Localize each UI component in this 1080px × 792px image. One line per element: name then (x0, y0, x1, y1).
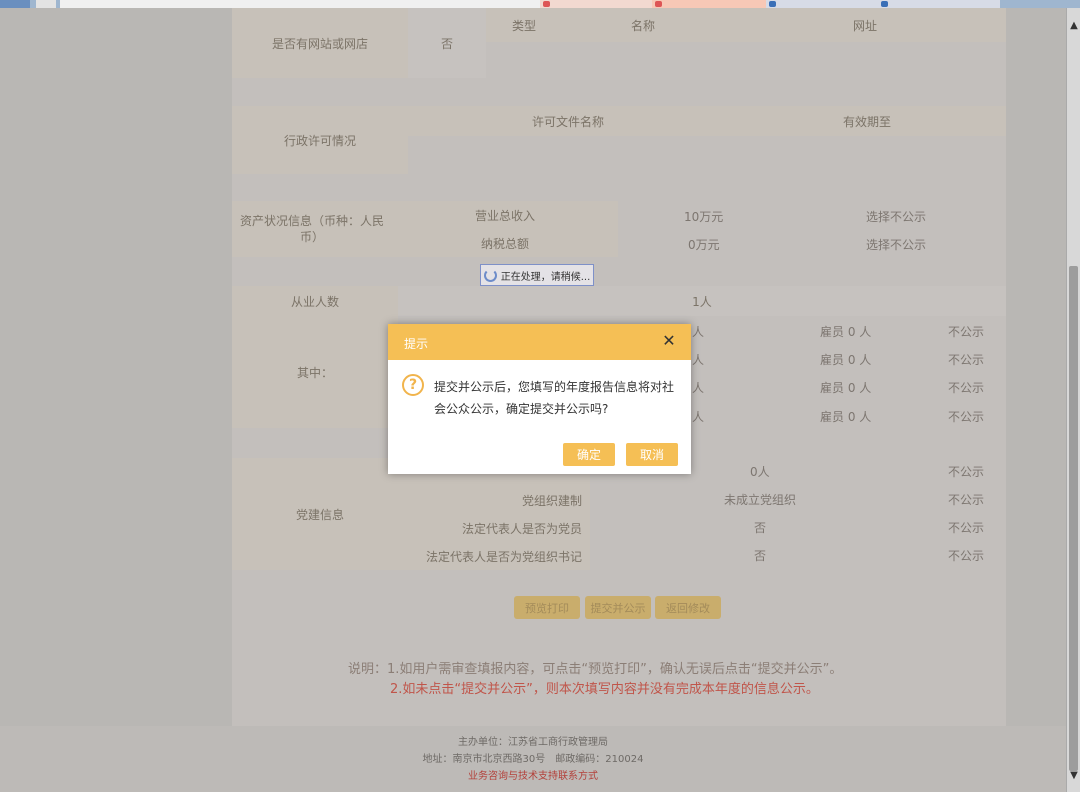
back-edit-button[interactable]: 返回修改 (655, 596, 721, 619)
browser-tab[interactable] (540, 0, 662, 8)
website-header-type: 类型 (486, 8, 562, 42)
employees-label-text: 从业人数 (290, 294, 339, 309)
party-row-value: 否 (754, 521, 767, 535)
assets-row-value: 0万元 (688, 238, 720, 252)
spinner-icon (483, 268, 497, 282)
header-text: 网址 (852, 18, 877, 33)
header-text: 有效期至 (842, 114, 891, 129)
footer-address: 地址：南京市北京西路30号 邮政编码：210024 (422, 754, 644, 765)
employees-row-employed: 雇员 0 人 (820, 381, 872, 395)
employees-value: 1人 (398, 286, 1006, 316)
header-text: 类型 (511, 18, 536, 33)
employees-sub-label-text: 其中： (296, 365, 333, 380)
close-icon[interactable]: ✕ (660, 332, 678, 350)
submit-publish-button[interactable]: 提交并公示 (585, 596, 651, 619)
browser-tab-strip (0, 0, 1080, 8)
employees-value-text: 1人 (692, 294, 712, 309)
preview-print-button[interactable]: 预览打印 (514, 596, 580, 619)
confirm-button[interactable]: 确定 (563, 443, 615, 466)
party-row-value: 未成立党组织 (724, 493, 797, 507)
employees-row-employed: 雇员 0 人 (820, 325, 872, 339)
employees-row-status: 不公示 (948, 381, 985, 395)
processing-indicator: 正在处理，请稍候... (480, 264, 594, 286)
party-row-value: 0人 (750, 465, 770, 479)
footer-sponsor: 主办单位：江苏省工商行政管理局 (458, 737, 608, 748)
question-icon: ? (402, 374, 424, 396)
note-line-2: 2.如未点击“提交并公示”，则本次填写内容并没有完成本年度的信息公示。 (390, 682, 819, 697)
website-label-text: 是否有网站或网店 (271, 36, 368, 51)
employees-row-status: 不公示 (948, 353, 985, 367)
confirm-dialog: 提示 ✕ ? 提交并公示后，您填写的年度报告信息将对社会公众公示，确定提交并公示… (388, 324, 691, 474)
party-label-text: 党建信息 (295, 507, 344, 522)
employees-row-status: 不公示 (948, 325, 985, 339)
party-row-name: 法定代表人是否为党组织书记 (408, 542, 590, 570)
assets-label: 资产状况信息（币种：人民币） (232, 201, 392, 257)
website-value: 否 (408, 8, 486, 78)
employees-label: 从业人数 (232, 286, 398, 316)
dialog-title: 提示 (404, 337, 429, 351)
footer-support-link[interactable]: 业务咨询与技术支持联系方式 (0, 768, 1066, 785)
scroll-up-icon[interactable]: ▲ (1067, 20, 1080, 31)
header-text: 许可文件名称 (531, 114, 604, 129)
vertical-scrollbar[interactable]: ▲ ▼ (1066, 8, 1080, 792)
party-row-name: 党组织建制 (408, 486, 590, 514)
assets-row-name: 纳税总额 (392, 229, 618, 257)
party-row-name: 法定代表人是否为党员 (408, 514, 590, 542)
employees-row-left: 人 (692, 325, 705, 339)
browser-back-button[interactable] (0, 0, 30, 8)
party-name-text: 党组织建制 (521, 493, 582, 508)
browser-tab[interactable] (36, 0, 56, 8)
website-header-url: 网址 (724, 8, 1006, 42)
employees-row-employed: 雇员 0 人 (820, 410, 872, 424)
site-footer: 主办单位：江苏省工商行政管理局 地址：南京市北京西路30号 邮政编码：21002… (0, 726, 1066, 792)
website-value-text: 否 (440, 36, 453, 51)
assets-row-name: 营业总收入 (392, 201, 618, 229)
note-line-1: 说明：1.如用户需审查填报内容，可点击“预览打印”，确认无误后点击“提交并公示”… (348, 662, 843, 677)
party-row-status: 不公示 (948, 549, 985, 563)
employees-row-employed: 雇员 0 人 (820, 353, 872, 367)
dialog-header: 提示 ✕ (388, 324, 691, 360)
assets-row-status: 选择不公示 (866, 210, 927, 224)
scroll-down-icon[interactable]: ▼ (1067, 770, 1080, 781)
processing-text: 正在处理，请稍候... (500, 271, 591, 283)
employees-row-status: 不公示 (948, 410, 985, 424)
employees-row-left: 人 (692, 353, 705, 367)
party-row-status: 不公示 (948, 493, 985, 507)
license-label: 行政许可情况 (232, 106, 408, 174)
license-header-file: 许可文件名称 (408, 106, 728, 136)
employees-sub-label: 其中： (232, 316, 398, 428)
party-row-value: 否 (754, 549, 767, 563)
browser-tab[interactable] (878, 0, 1000, 8)
assets-row-status: 选择不公示 (866, 238, 927, 252)
license-header-valid: 有效期至 (728, 106, 1006, 136)
dialog-message: 提交并公示后，您填写的年度报告信息将对社会公众公示，确定提交并公示吗? (434, 380, 675, 416)
party-name-text: 法定代表人是否为党组织书记 (425, 549, 582, 564)
assets-name-text: 营业总收入 (474, 208, 535, 223)
scrollbar-thumb[interactable] (1069, 266, 1078, 771)
party-label: 党建信息 (232, 458, 408, 570)
browser-tab[interactable] (766, 0, 888, 8)
employees-row-left: 人 (692, 381, 705, 395)
browser-tab-active[interactable] (652, 0, 776, 8)
header-text: 名称 (630, 18, 655, 33)
employees-row-left: 人 (692, 410, 705, 424)
cancel-button[interactable]: 取消 (626, 443, 678, 466)
license-label-text: 行政许可情况 (283, 133, 356, 148)
address-bar[interactable] (60, 0, 550, 8)
website-header-name: 名称 (562, 8, 724, 42)
assets-label-text: 资产状况信息（币种：人民币） (239, 214, 384, 244)
assets-name-text: 纳税总额 (480, 236, 529, 251)
assets-row-value: 10万元 (684, 210, 724, 224)
party-row-status: 不公示 (948, 521, 985, 535)
website-label: 是否有网站或网店 (232, 8, 408, 78)
party-row-status: 不公示 (948, 465, 985, 479)
party-name-text: 法定代表人是否为党员 (461, 521, 582, 536)
